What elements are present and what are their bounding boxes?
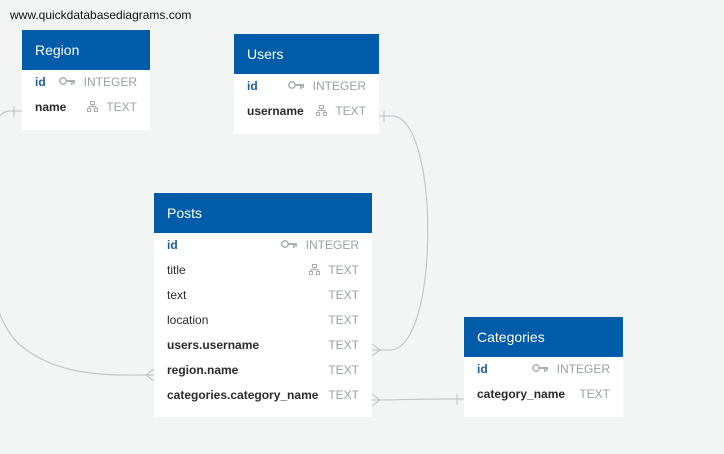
connector-users-posts bbox=[372, 115, 429, 351]
table-categories[interactable]: Categories id INTEGER category_name TEXT bbox=[464, 317, 623, 417]
index-icon bbox=[309, 263, 321, 275]
key-icon bbox=[532, 364, 549, 373]
table-row[interactable]: id INTEGER bbox=[234, 74, 379, 99]
table-row[interactable]: title TEXT bbox=[154, 258, 372, 283]
column-name: categories.category_name bbox=[167, 388, 319, 402]
column-type: TEXT bbox=[335, 104, 366, 118]
column-name: users.username bbox=[167, 338, 260, 352]
table-title[interactable]: Users bbox=[234, 34, 379, 74]
column-name: title bbox=[167, 263, 186, 277]
table-row[interactable]: username TEXT bbox=[234, 99, 379, 124]
index-icon bbox=[87, 100, 99, 112]
column-name: name bbox=[35, 100, 67, 114]
column-type: TEXT bbox=[328, 288, 359, 302]
column-name: username bbox=[247, 104, 304, 118]
column-name: id bbox=[477, 362, 488, 376]
column-name: id bbox=[247, 79, 258, 93]
index-icon bbox=[316, 104, 328, 116]
table-row[interactable]: name TEXT bbox=[22, 95, 150, 120]
column-type: TEXT bbox=[328, 263, 359, 277]
column-type: INTEGER bbox=[83, 75, 137, 89]
table-row[interactable]: id INTEGER bbox=[22, 70, 150, 95]
column-type: INTEGER bbox=[305, 238, 359, 252]
table-row[interactable]: id INTEGER bbox=[154, 233, 372, 258]
table-title[interactable]: Categories bbox=[464, 317, 623, 357]
table-title[interactable]: Region bbox=[22, 30, 150, 70]
column-name: category_name bbox=[477, 387, 566, 401]
table-users[interactable]: Users id INTEGER username TEXT bbox=[234, 34, 379, 134]
connector-categories-posts bbox=[371, 398, 464, 401]
column-type: TEXT bbox=[106, 100, 137, 114]
column-type: TEXT bbox=[328, 363, 359, 377]
table-title[interactable]: Posts bbox=[154, 193, 372, 233]
key-icon bbox=[59, 77, 76, 86]
column-type: TEXT bbox=[579, 387, 610, 401]
table-row[interactable]: id INTEGER bbox=[464, 357, 623, 382]
table-row[interactable]: categories.category_name TEXT bbox=[154, 383, 372, 408]
table-row[interactable]: category_name TEXT bbox=[464, 382, 623, 407]
key-icon bbox=[281, 240, 298, 249]
column-name: region.name bbox=[167, 363, 239, 377]
column-name: id bbox=[35, 75, 46, 89]
column-type: TEXT bbox=[328, 313, 359, 327]
table-region[interactable]: Region id INTEGER name TEXT bbox=[22, 30, 150, 130]
column-name: text bbox=[167, 288, 187, 302]
column-type: INTEGER bbox=[556, 362, 610, 376]
table-row[interactable]: users.username TEXT bbox=[154, 333, 372, 358]
connector-region-posts bbox=[0, 110, 155, 376]
table-row[interactable]: text TEXT bbox=[154, 283, 372, 308]
column-name: id bbox=[167, 238, 178, 252]
table-posts[interactable]: Posts id INTEGER title TEXT text TEXT lo… bbox=[154, 193, 372, 417]
table-row[interactable]: location TEXT bbox=[154, 308, 372, 333]
table-row[interactable]: region.name TEXT bbox=[154, 358, 372, 383]
column-name: location bbox=[167, 313, 209, 327]
column-type: INTEGER bbox=[312, 79, 366, 93]
column-type: TEXT bbox=[328, 338, 359, 352]
column-type: TEXT bbox=[328, 388, 359, 402]
key-icon bbox=[288, 81, 305, 90]
